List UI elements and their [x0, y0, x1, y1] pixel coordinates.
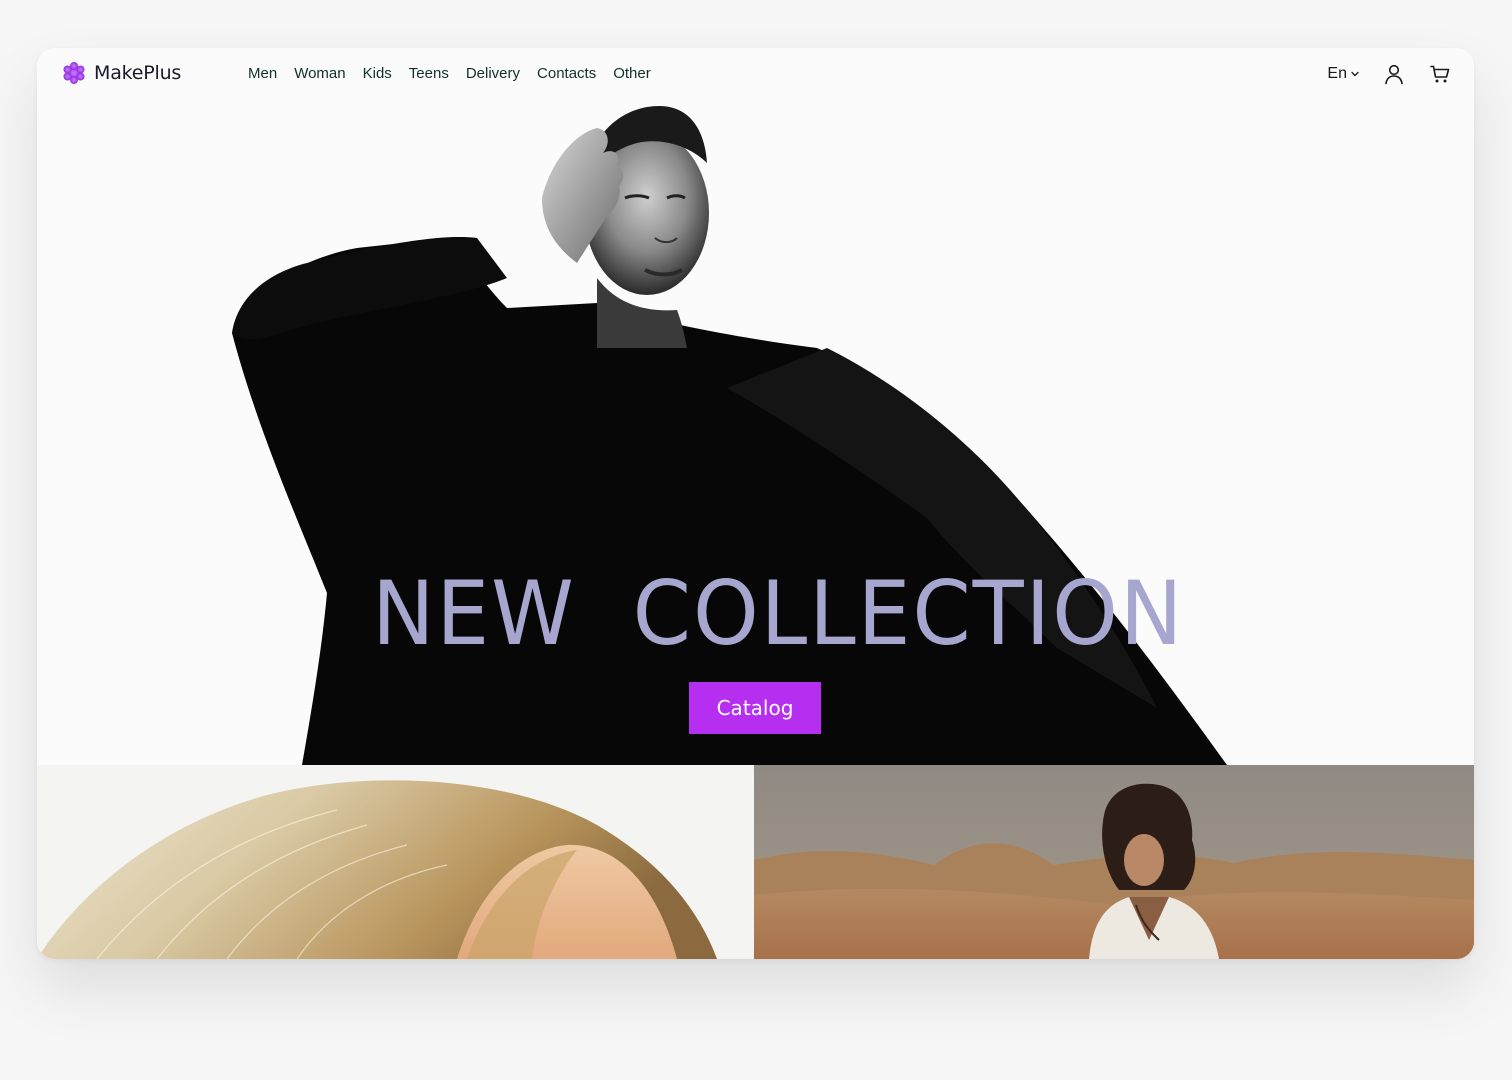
- hero-section: NEW COLLECTION Catalog: [37, 48, 1474, 765]
- category-tile-left[interactable]: [37, 765, 754, 959]
- account-button[interactable]: [1382, 62, 1406, 86]
- language-selector[interactable]: En: [1327, 65, 1360, 83]
- hero-title: NEW COLLECTION: [372, 562, 1185, 665]
- site-header: MakePlus Men Woman Kids Teens Delivery C…: [37, 48, 1474, 102]
- catalog-button[interactable]: Catalog: [689, 682, 821, 734]
- language-label: En: [1327, 65, 1347, 82]
- desert-model-image: [754, 765, 1474, 959]
- cart-icon: [1430, 65, 1450, 83]
- brand-logo-icon: [63, 62, 85, 84]
- nav-item-delivery[interactable]: Delivery: [466, 65, 520, 82]
- header-actions: En: [1327, 62, 1452, 86]
- main-nav: Men Woman Kids Teens Delivery Contacts O…: [248, 65, 651, 82]
- brand-name: MakePlus: [94, 62, 182, 84]
- cart-button[interactable]: [1428, 62, 1452, 86]
- nav-item-teens[interactable]: Teens: [409, 65, 449, 82]
- user-icon: [1385, 64, 1403, 85]
- nav-item-contacts[interactable]: Contacts: [537, 65, 596, 82]
- nav-item-men[interactable]: Men: [248, 65, 277, 82]
- nav-item-other[interactable]: Other: [613, 65, 651, 82]
- nav-item-woman[interactable]: Woman: [294, 65, 345, 82]
- browser-frame: NEW COLLECTION Catalog MakePlus Men Woma…: [37, 48, 1474, 959]
- category-tile-right[interactable]: [754, 765, 1474, 959]
- nav-item-kids[interactable]: Kids: [363, 65, 392, 82]
- chevron-down-icon: [1351, 71, 1359, 77]
- blonde-hair-image: [37, 765, 754, 959]
- brand-logo[interactable]: MakePlus: [62, 61, 181, 85]
